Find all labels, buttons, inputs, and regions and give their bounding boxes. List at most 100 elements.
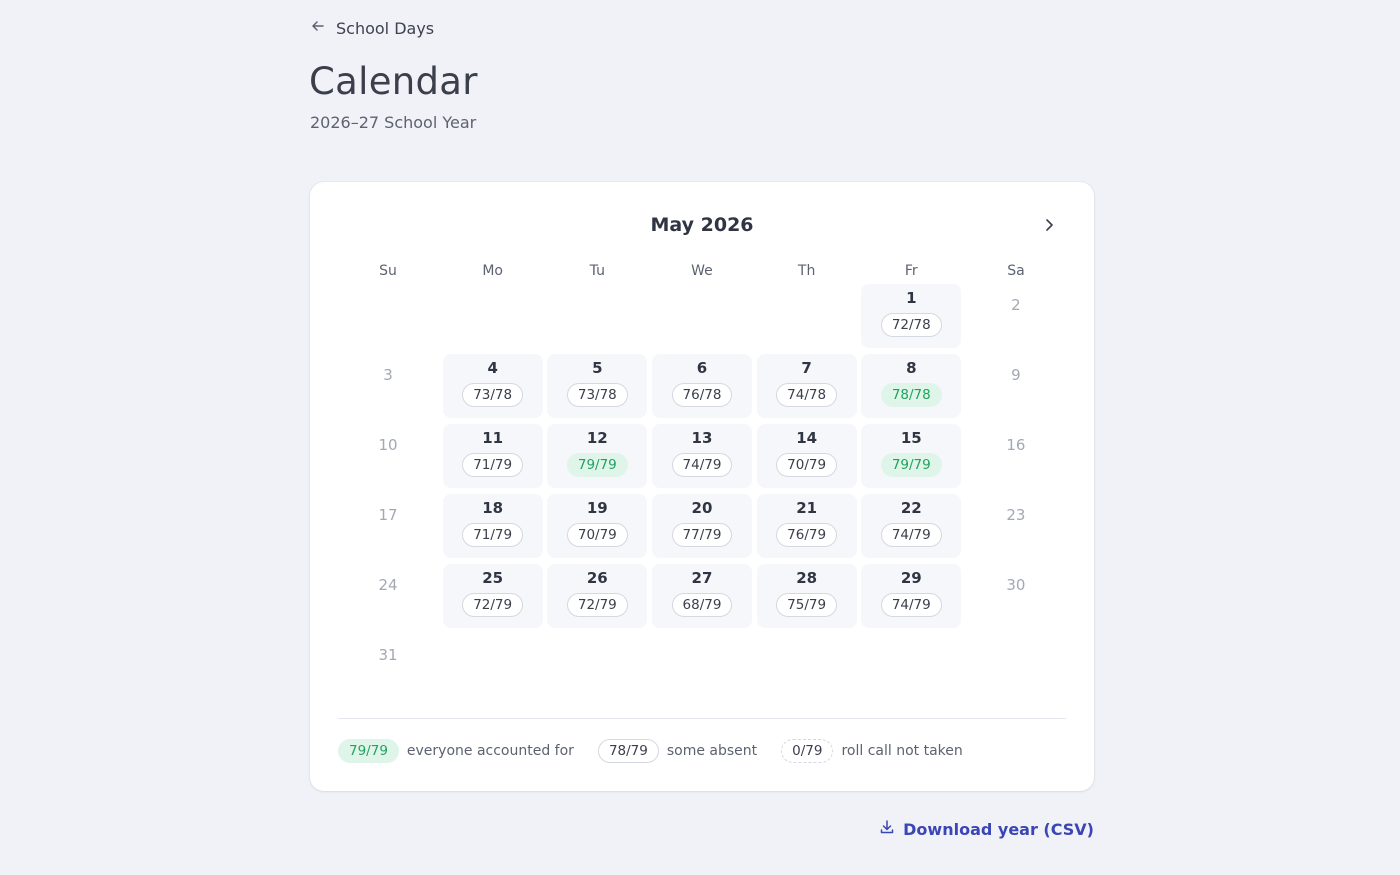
legend-sample-badge: 0/79: [781, 739, 834, 763]
day-number: 26: [586, 569, 608, 587]
calendar-day-weekend: 17: [338, 494, 438, 558]
calendar-day[interactable]: 4 73/78: [442, 354, 543, 418]
calendar-day[interactable]: 20 77/79: [651, 494, 752, 558]
day-number: 5: [592, 359, 603, 377]
calendar-day[interactable]: 19 70/79: [547, 494, 648, 558]
day-number: 21: [796, 499, 818, 517]
day-number: 23: [1006, 506, 1026, 524]
attendance-badge: 74/79: [880, 523, 942, 547]
calendar-day-weekend: 16: [966, 424, 1066, 488]
download-year-button[interactable]: Download year (CSV): [879, 819, 1094, 839]
attendance-badge: 79/79: [880, 453, 942, 477]
next-month-button[interactable]: [1036, 214, 1062, 240]
legend: 79/79 everyone accounted for 78/79 some abs…: [338, 718, 1066, 763]
calendar-day-weekend: 30: [966, 564, 1066, 628]
day-number: 14: [796, 429, 818, 447]
attendance-badge: 78/78: [880, 383, 942, 407]
calendar-day-weekend: 23: [966, 494, 1066, 558]
attendance-badge: 76/79: [776, 523, 838, 547]
day-number: 22: [900, 499, 922, 517]
attendance-badge: 71/79: [462, 453, 524, 477]
attendance-badge: 70/79: [566, 523, 628, 547]
day-number: 13: [691, 429, 713, 447]
calendar-day-weekend: 3: [338, 354, 438, 418]
download-label: Download year (CSV): [903, 819, 1094, 839]
calendar-day[interactable]: 13 74/79: [651, 424, 752, 488]
empty-cell: [547, 284, 647, 348]
empty-cell: [652, 284, 752, 348]
day-number: 15: [900, 429, 922, 447]
attendance-badge: 77/79: [671, 523, 733, 547]
day-number: 29: [900, 569, 922, 587]
weekday-header: Su: [379, 263, 397, 279]
month-title: May 2026: [650, 214, 754, 236]
attendance-badge: 72/79: [566, 593, 628, 617]
attendance-badge: 70/79: [776, 453, 838, 477]
weekday-header: Fr: [904, 263, 918, 279]
attendance-badge: 79/79: [566, 453, 628, 477]
attendance-badge: 72/79: [462, 593, 524, 617]
day-number: 7: [801, 359, 812, 377]
day-number: 30: [1006, 576, 1026, 594]
empty-cell: [443, 284, 543, 348]
day-number: 8: [906, 359, 917, 377]
weekday-header: Mo: [482, 263, 503, 279]
day-number: 6: [696, 359, 708, 377]
day-number: 28: [796, 569, 818, 587]
calendar-day[interactable]: 8 78/78: [861, 354, 962, 418]
calendar-day[interactable]: 7 74/78: [756, 354, 857, 418]
empty-cell: [757, 284, 857, 348]
attendance-badge: 71/79: [462, 523, 524, 547]
calendar-day[interactable]: 18 71/79: [442, 494, 543, 558]
calendar-day-weekend: 31: [338, 634, 438, 698]
day-number: 27: [691, 569, 713, 587]
day-number: 18: [482, 499, 504, 517]
calendar-day[interactable]: 15 79/79: [861, 424, 962, 488]
day-number: 4: [487, 359, 498, 377]
day-number: 12: [586, 429, 608, 447]
day-number: 31: [378, 646, 398, 664]
calendar-day-weekend: 9: [966, 354, 1066, 418]
legend-label: roll call not taken: [841, 743, 963, 759]
calendar-day[interactable]: 29 74/79: [861, 564, 962, 628]
page-subtitle: 2026–27 School Year: [310, 113, 477, 132]
weekday-header: Tu: [589, 263, 605, 279]
calendar-day[interactable]: 27 68/79: [651, 564, 752, 628]
back-link[interactable]: School Days: [310, 18, 434, 38]
weekday-header: Th: [797, 263, 816, 279]
day-number: 1: [906, 289, 917, 307]
day-number: 17: [378, 506, 398, 524]
back-link-label: School Days: [336, 18, 435, 38]
day-number: 16: [1006, 436, 1026, 454]
attendance-badge: 74/79: [880, 593, 942, 617]
calendar-day[interactable]: 11 71/79: [442, 424, 543, 488]
calendar-day[interactable]: 6 76/78: [651, 354, 752, 418]
weekday-header: Sa: [1007, 263, 1025, 279]
calendar-day[interactable]: 1 72/78: [861, 284, 962, 348]
calendar-day-weekend: 24: [338, 564, 438, 628]
calendar-day[interactable]: 28 75/79: [756, 564, 857, 628]
calendar-day[interactable]: 5 73/78: [547, 354, 648, 418]
download-icon: [879, 819, 895, 839]
attendance-badge: 73/78: [566, 383, 628, 407]
day-number: 10: [378, 436, 398, 454]
day-number: 25: [482, 569, 504, 587]
calendar-day[interactable]: 12 79/79: [547, 424, 648, 488]
calendar-day[interactable]: 25 72/79: [442, 564, 543, 628]
calendar-card: May 2026 Su Mo Tu We Th Fr Sa 1 72/78 2 3 4 73/78 5 73…: [310, 182, 1094, 791]
day-number: 9: [1011, 366, 1021, 384]
page-title: Calendar: [309, 60, 478, 103]
legend-label: some absent: [666, 743, 758, 759]
calendar-day[interactable]: 22 74/79: [861, 494, 962, 558]
calendar-day-weekend: 2: [966, 284, 1066, 348]
attendance-badge: 74/79: [671, 453, 733, 477]
chevron-right-icon: [1041, 217, 1057, 237]
calendar-day[interactable]: 14 70/79: [756, 424, 857, 488]
weekday-header: We: [691, 263, 713, 279]
day-number: 11: [482, 429, 504, 447]
calendar-day-weekend: 10: [338, 424, 438, 488]
day-number: 3: [383, 366, 393, 384]
attendance-badge: 76/78: [671, 383, 733, 407]
calendar-day[interactable]: 26 72/79: [547, 564, 648, 628]
calendar-day[interactable]: 21 76/79: [756, 494, 857, 558]
